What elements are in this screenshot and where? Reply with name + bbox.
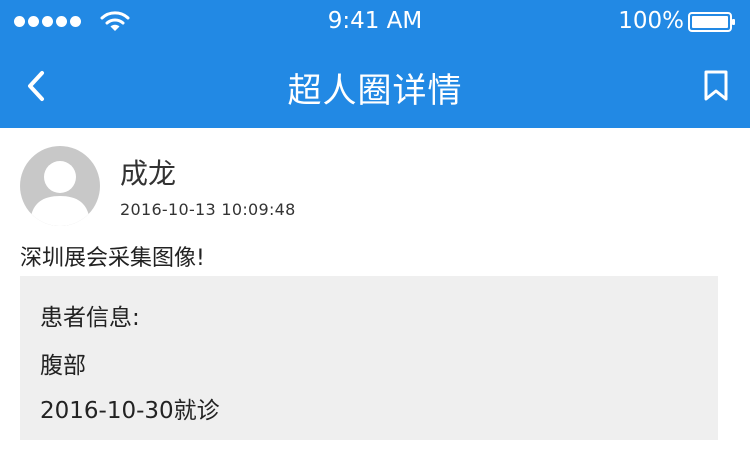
- patient-info-card[interactable]: 患者信息: 腹部 2016-10-30就诊: [20, 276, 718, 440]
- avatar[interactable]: [20, 146, 100, 226]
- default-avatar-icon: [30, 161, 90, 226]
- status-bar: 9:41 AM 100%: [0, 0, 750, 46]
- patient-info-title: 患者信息:: [40, 305, 140, 331]
- page-title: 超人圈详情: [287, 71, 463, 111]
- bookmark-icon: [704, 70, 728, 101]
- app-header: 9:41 AM 100% 超人圈详情: [0, 0, 750, 128]
- nav-bar: 超人圈详情: [0, 46, 750, 128]
- battery-icon: [688, 12, 735, 32]
- post-text: 深圳展会采集图像!: [20, 246, 205, 271]
- patient-visit-date: 2016-10-30就诊: [40, 398, 220, 424]
- author-name[interactable]: 成龙: [120, 152, 176, 192]
- battery-percentage: 100%: [618, 8, 684, 34]
- post-detail: 成龙 2016-10-13 10:09:48 深圳展会采集图像! 患者信息: 腹…: [0, 128, 750, 455]
- patient-body-part: 腹部: [40, 353, 86, 379]
- post-timestamp: 2016-10-13 10:09:48: [120, 200, 296, 219]
- bookmark-button[interactable]: [694, 64, 738, 108]
